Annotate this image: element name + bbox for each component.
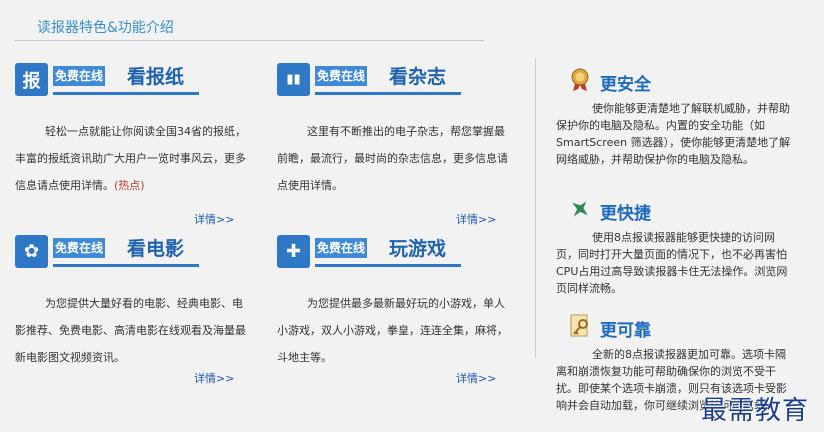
feature-name[interactable]: 玩游戏: [389, 234, 446, 261]
more-link-movie[interactable]: 详情>>: [194, 370, 234, 386]
feature-movie: ✿ 免费在线 看电影 为您提供大量好看的电影、经典电影、电影推荐、免费电影、高清…: [15, 234, 255, 364]
newspaper-icon[interactable]: 报: [15, 63, 48, 96]
free-online-badge: 免费在线: [53, 66, 106, 86]
sidebar-text: 使用8点报读报器能够更快捷的访问网页，同时打开大量页面的情况下，也不必再害怕CP…: [556, 231, 788, 295]
airplane-icon: [568, 197, 592, 221]
free-online-badge: 免费在线: [53, 238, 106, 258]
feature-games: ✚ 免费在线 玩游戏 为您提供最多最新最好玩的小游戏，单人小游戏，双人小游戏，拳…: [277, 234, 517, 364]
vertical-divider: [535, 58, 536, 358]
feature-description: 这里有不断推出的电子杂志，帮您掌握最前瞻，最流行，最时尚的杂志信息，更多信息请点…: [277, 125, 508, 192]
gamepad-icon[interactable]: ✚: [277, 235, 310, 268]
feature-description: 为您提供大量好看的电影、经典电影、电影推荐、免费电影、高清电影在线观看及海量最新…: [15, 297, 246, 364]
film-reel-icon[interactable]: ✿: [15, 235, 48, 268]
free-online-badge: 免费在线: [315, 238, 368, 258]
hot-tag[interactable]: (热点): [114, 179, 145, 192]
feature-name[interactable]: 看报纸: [127, 62, 184, 89]
feature-newspaper: 报 免费在线 看报纸 轻松一点就能让你阅读全国34省的报纸，丰富的报纸资讯助广大…: [15, 62, 255, 192]
watermark: 最需教育: [701, 396, 810, 426]
key-icon: [568, 314, 592, 338]
feature-underline: [53, 264, 199, 267]
free-online-badge: 免费在线: [315, 66, 368, 86]
feature-name[interactable]: 看电影: [127, 234, 184, 261]
title-divider: [14, 40, 484, 41]
sidebar-text: 使你能够更清楚地了解联机威胁，并帮助保护你的电脑及隐私。内置的安全功能（如 Sm…: [556, 102, 791, 166]
feature-underline: [53, 92, 199, 95]
more-link-magazine[interactable]: 详情>>: [456, 211, 496, 227]
sidebar-title: 更可靠: [600, 321, 651, 341]
magazine-icon[interactable]: ▮▮: [277, 63, 310, 96]
more-link-games[interactable]: 详情>>: [456, 370, 496, 386]
sidebar-title: 更安全: [600, 75, 651, 95]
sidebar-title: 更快捷: [600, 204, 651, 224]
feature-name[interactable]: 看杂志: [389, 62, 446, 89]
feature-description: 轻松一点就能让你阅读全国34省的报纸，丰富的报纸资讯助广大用户一览时事风云，更多…: [15, 125, 246, 192]
medal-icon: [568, 68, 592, 92]
feature-magazine: ▮▮ 免费在线 看杂志 这里有不断推出的电子杂志，帮您掌握最前瞻，最流行，最时尚…: [277, 62, 517, 192]
section-title: 读报器特色&功能介绍: [37, 20, 174, 36]
feature-description: 为您提供最多最新最好玩的小游戏，单人小游戏，双人小游戏，拳皇，连连全集，麻将，斗…: [277, 297, 508, 364]
more-link-newspaper[interactable]: 详情>>: [194, 211, 234, 227]
feature-underline: [315, 264, 461, 267]
feature-underline: [315, 92, 461, 95]
